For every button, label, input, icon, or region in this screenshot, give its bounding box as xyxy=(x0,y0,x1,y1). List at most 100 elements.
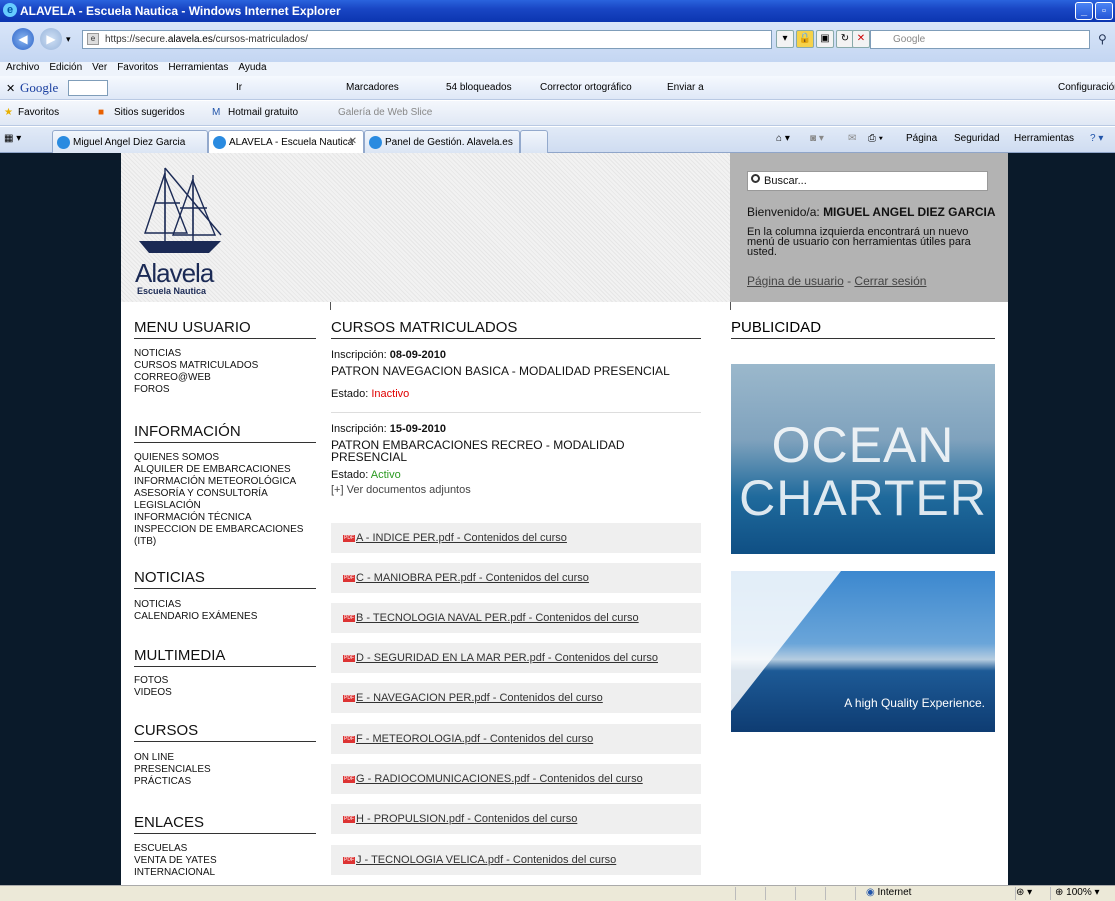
menu-item-correo[interactable]: CORREO@WEB xyxy=(134,372,314,384)
logout-link[interactable]: Cerrar sesión xyxy=(854,274,926,288)
compat-view-icon[interactable]: ▣ xyxy=(816,30,834,48)
feeds-icon[interactable]: ◙ ▾ xyxy=(810,133,824,144)
course-1-date: Inscripción: 08-09-2010 xyxy=(331,349,701,361)
menu-item-itb[interactable]: (ITB) xyxy=(134,536,314,548)
tab-miguel-angel[interactable]: Miguel Angel Diez Garcia xyxy=(52,130,208,153)
mail-icon[interactable]: ✉ xyxy=(848,133,856,144)
document-link[interactable]: A - INDICE PER.pdf - Contenidos del curs… xyxy=(356,532,567,544)
print-icon[interactable]: ⎙ ▾ xyxy=(868,133,883,144)
spellcheck-button[interactable]: Corrector ortográfico xyxy=(540,82,632,93)
menu-item-videos[interactable]: VIDEOS xyxy=(134,687,314,699)
menu-item-noticias-2[interactable]: NOTICIAS xyxy=(134,599,314,611)
document-row[interactable]: PDF E - NAVEGACION PER.pdf - Contenidos d… xyxy=(331,683,701,713)
menu-item-fotos[interactable]: FOTOS xyxy=(134,675,314,687)
document-row[interactable]: PDF G - RADIOCOMUNICACIONES.pdf - Conteni… xyxy=(331,764,701,794)
bookmarks-button[interactable]: Marcadores xyxy=(346,82,399,93)
favorites-button[interactable]: Favoritos xyxy=(18,107,59,118)
close-toolbar-icon[interactable]: ✕ xyxy=(6,82,15,95)
pdf-icon: PDF xyxy=(343,534,355,542)
stop-icon[interactable]: ✕ xyxy=(852,30,870,48)
menu-item-legislacion[interactable]: LEGISLACIÓN xyxy=(134,500,314,512)
document-row[interactable]: PDF J - TECNOLOGIA VELICA.pdf - Contenido… xyxy=(331,845,701,875)
menu-item-noticias[interactable]: NOTICIAS xyxy=(134,348,314,360)
new-tab-button[interactable] xyxy=(520,130,548,153)
document-row[interactable]: PDF B - TECNOLOGIA NAVAL PER.pdf - Conten… xyxy=(331,603,701,633)
menu-archivo[interactable]: Archivo xyxy=(6,62,39,73)
menu-item-foros[interactable]: FOROS xyxy=(134,384,314,396)
menu-item-calendario[interactable]: CALENDARIO EXÁMENES xyxy=(134,611,314,623)
sailing-ad[interactable]: A high Quality Experience. xyxy=(731,571,995,732)
document-link[interactable]: C - MANIOBRA PER.pdf - Contenidos del cu… xyxy=(356,572,589,584)
search-placeholder: Google xyxy=(893,34,926,45)
maximize-button[interactable]: ▫ xyxy=(1095,2,1113,20)
menu-item-info-tecnica[interactable]: INFORMACIÓN TÉCNICA xyxy=(134,512,314,524)
menu-item-presenciales[interactable]: PRESENCIALES xyxy=(134,764,314,776)
menu-usuario-list: NOTICIAS CURSOS MATRICULADOS CORREO@WEB … xyxy=(134,348,314,396)
document-row[interactable]: PDF D - SEGURIDAD EN LA MAR PER.pdf - Con… xyxy=(331,643,701,673)
home-icon[interactable]: ⌂ ▾ xyxy=(776,133,790,144)
menu-item-quienes-somos[interactable]: QUIENES SOMOS xyxy=(134,452,314,464)
menu-item-inspeccion[interactable]: INSPECCION DE EMBARCACIONES xyxy=(134,524,314,536)
document-row[interactable]: PDF A - INDICE PER.pdf - Contenidos del c… xyxy=(331,523,701,553)
document-link[interactable]: H - PROPULSION.pdf - Contenidos del curs… xyxy=(356,813,577,825)
quick-tabs-icon[interactable]: ▦ ▾ xyxy=(4,133,21,144)
lock-icon[interactable]: 🔒 xyxy=(796,30,814,48)
zoom-control[interactable]: ⊕ 100% ▾ xyxy=(1050,887,1115,900)
tab-alavela[interactable]: ALAVELA - Escuela Nautica ✕ xyxy=(208,130,364,153)
menu-item-meteorologica[interactable]: INFORMACIÓN METEOROLÓGICA xyxy=(134,476,314,488)
suggested-sites-link[interactable]: Sitios sugeridos xyxy=(114,107,185,118)
document-link[interactable]: G - RADIOCOMUNICACIONES.pdf - Contenidos… xyxy=(356,773,643,785)
back-button[interactable]: ◀ xyxy=(12,28,34,50)
user-page-link[interactable]: Página de usuario xyxy=(747,274,844,288)
menu-item-practicas[interactable]: PRÁCTICAS xyxy=(134,776,314,788)
site-logo[interactable]: Alavela Escuela Nautica xyxy=(135,163,245,298)
forward-button[interactable]: ▶ xyxy=(40,28,62,50)
link-separator: - xyxy=(843,274,855,288)
menu-edicion[interactable]: Edición xyxy=(49,62,82,73)
document-row[interactable]: PDF F - METEOROLOGIA.pdf - Contenidos del… xyxy=(331,724,701,754)
menu-item-cursos-matriculados[interactable]: CURSOS MATRICULADOS xyxy=(134,360,314,372)
history-dropdown[interactable]: ▾ xyxy=(66,34,71,45)
go-button[interactable]: Ir xyxy=(236,82,242,93)
document-link[interactable]: E - NAVEGACION PER.pdf - Contenidos del … xyxy=(356,692,603,704)
search-input[interactable]: Google xyxy=(870,30,1090,49)
document-link[interactable]: F - METEOROLOGIA.pdf - Contenidos del cu… xyxy=(356,733,593,745)
toolbar-settings-button[interactable]: Configuración xyxy=(1058,82,1115,93)
minimize-button[interactable]: _ xyxy=(1075,2,1093,20)
menu-item-venta-yates[interactable]: VENTA DE YATES xyxy=(134,855,314,867)
search-icon[interactable]: ⚲ xyxy=(1098,32,1107,46)
menu-item-asesoria[interactable]: ASESORÍA Y CONSULTORÍA xyxy=(134,488,314,500)
send-to-button[interactable]: Enviar a xyxy=(667,82,704,93)
hotmail-link[interactable]: Hotmail gratuito xyxy=(228,107,298,118)
security-menu[interactable]: Seguridad xyxy=(954,133,1000,144)
menu-herramientas[interactable]: Herramientas xyxy=(168,62,228,73)
menu-item-online[interactable]: ON LINE xyxy=(134,752,314,764)
page-menu[interactable]: Página xyxy=(906,133,937,144)
document-row[interactable]: PDF C - MANIOBRA PER.pdf - Contenidos del… xyxy=(331,563,701,593)
close-tab-icon[interactable]: ✕ xyxy=(349,136,357,147)
address-dropdown-button[interactable]: ▾ xyxy=(776,30,794,48)
site-search-input[interactable]: Buscar... xyxy=(747,171,988,191)
document-link[interactable]: J - TECNOLOGIA VELICA.pdf - Contenidos d… xyxy=(356,854,616,866)
protected-mode-icon[interactable]: ⊛ ▾ xyxy=(1015,887,1045,900)
menu-ayuda[interactable]: Ayuda xyxy=(238,62,266,73)
help-icon[interactable]: ? ▾ xyxy=(1090,133,1103,144)
security-zone[interactable]: ◉ Internet xyxy=(855,887,975,900)
popup-blocker-button[interactable]: 54 bloqueados xyxy=(446,82,512,93)
tab-panel-gestion[interactable]: Panel de Gestión. Alavela.es xyxy=(364,130,520,153)
tools-menu[interactable]: Herramientas xyxy=(1014,133,1074,144)
view-documents-toggle[interactable]: [+] Ver documentos adjuntos xyxy=(331,484,701,496)
menu-item-alquiler[interactable]: ALQUILER DE EMBARCACIONES xyxy=(134,464,314,476)
google-search-input[interactable] xyxy=(68,80,108,96)
menu-item-internacional[interactable]: INTERNACIONAL xyxy=(134,867,314,879)
menu-item-escuelas[interactable]: ESCUELAS xyxy=(134,843,314,855)
menu-favoritos[interactable]: Favoritos xyxy=(117,62,158,73)
menu-ver[interactable]: Ver xyxy=(92,62,107,73)
document-link[interactable]: D - SEGURIDAD EN LA MAR PER.pdf - Conten… xyxy=(356,652,658,664)
address-bar[interactable]: e https://secure.alavela.es/cursos-matri… xyxy=(82,30,772,49)
webslice-link[interactable]: Galería de Web Slice xyxy=(338,107,432,118)
document-row[interactable]: PDF H - PROPULSION.pdf - Contenidos del c… xyxy=(331,804,701,834)
document-link[interactable]: B - TECNOLOGIA NAVAL PER.pdf - Contenido… xyxy=(356,612,639,624)
ocean-charter-ad[interactable]: OCEAN CHARTER xyxy=(731,364,995,554)
status-badge: Inactivo xyxy=(371,388,410,400)
